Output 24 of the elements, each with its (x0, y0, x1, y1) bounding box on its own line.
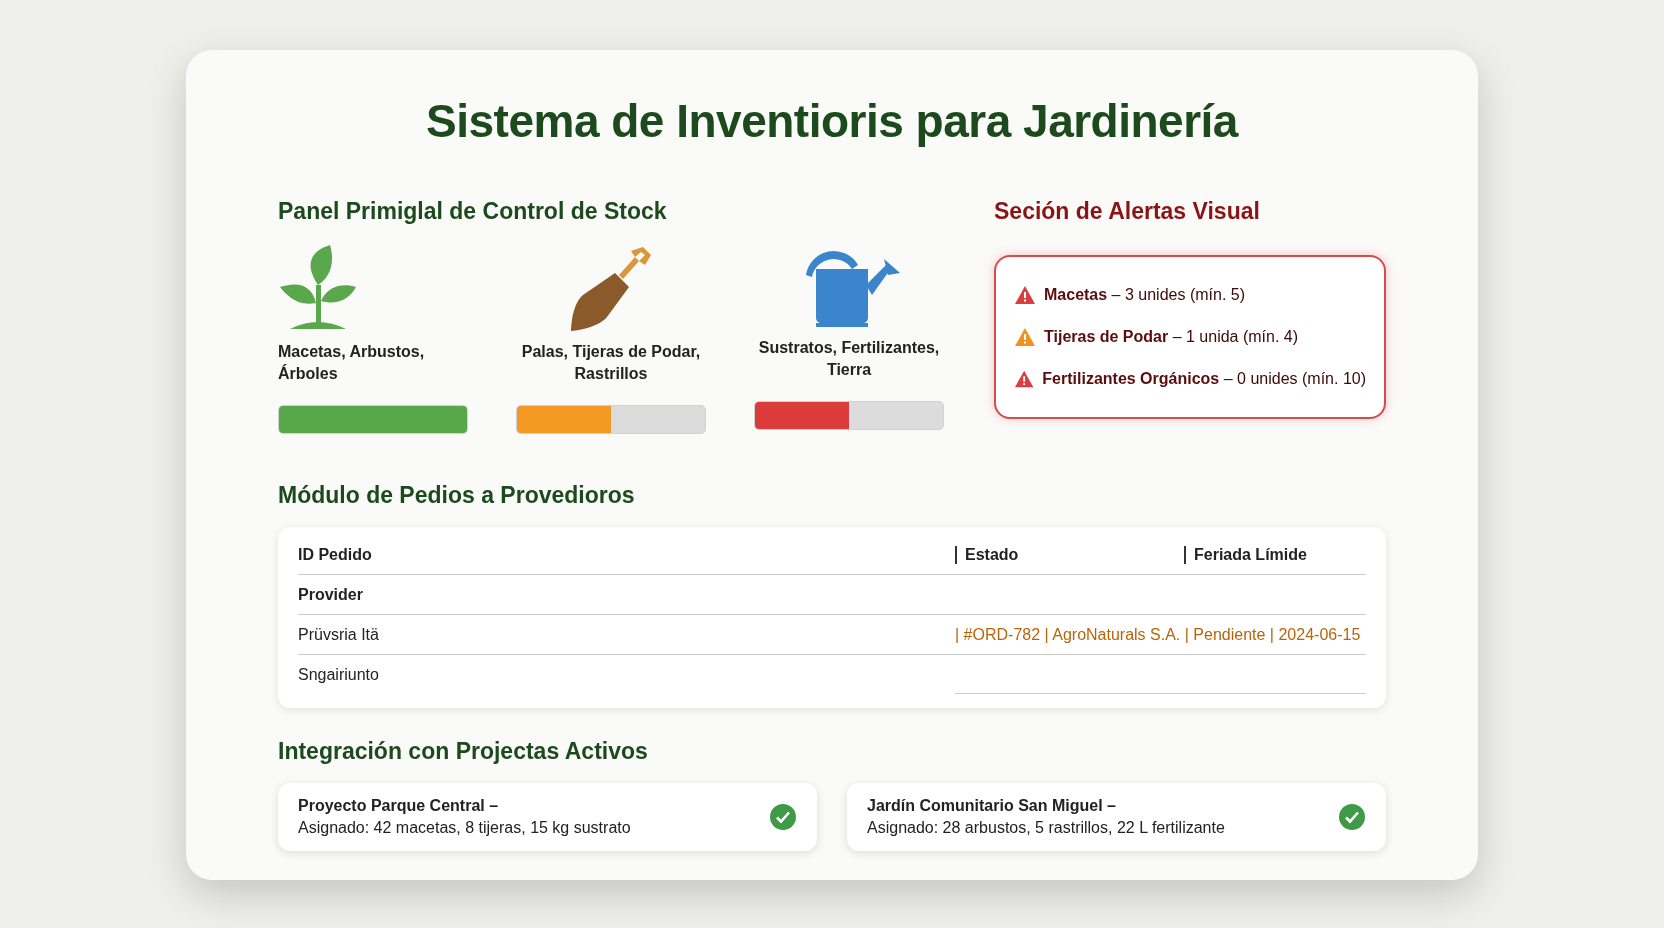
category-label: Palas, Tijeras de Podar, Rastrillos (520, 342, 702, 385)
column-header: ID Pedido (298, 545, 373, 564)
table-cell-text: Sngairiunto (298, 665, 380, 684)
alert-text: Fertilizantes Orgánicos – 0 unides (mín. 10) (1042, 370, 1366, 388)
section-heading: Seción de Alertas Visual (994, 198, 1261, 225)
alert-text: Tijeras de Podar – 1 unida (mín. 4) (1044, 328, 1299, 346)
category-label: Macetas, Arbustos, Árboles (278, 342, 426, 385)
table-cell-text: Prüvsria Itä (298, 625, 380, 644)
alert-text: Macetas – 3 unides (mín. 5) (1044, 286, 1245, 304)
project-detail: Asignado: 28 arbustos, 5 rastrillos, 22 L fertilizante (867, 819, 1225, 837)
column-header: Estado (955, 545, 1184, 564)
project-detail: Asignado: 42 macetas, 8 tijeras, 15 kg sustrato (298, 819, 631, 837)
page-title: Sistema de Inventioris para Jardinería (425, 94, 1240, 148)
plant-icon (278, 245, 358, 331)
table-cell-text: | #ORD-782 | AgroNaturals S.A. | Pendiente | 2024-06-15 (955, 625, 1362, 644)
column-header: Feriada Límide (1184, 545, 1366, 564)
section-heading: Panel Primiglal de Control de Stock (278, 198, 668, 225)
shovel-icon (569, 245, 653, 331)
project-title: Jardín Comunitario San Miguel – (867, 797, 1117, 815)
project-title: Proyecto Parque Central – (298, 797, 500, 815)
section-heading: Integración con Projectas Activos (278, 738, 649, 765)
section-heading: Módulo de Pedios a Provedioros (278, 482, 636, 509)
table-cell-text: Provider (298, 585, 364, 604)
category-label: Sustratos, Fertilizantes, Tierra (757, 338, 941, 381)
